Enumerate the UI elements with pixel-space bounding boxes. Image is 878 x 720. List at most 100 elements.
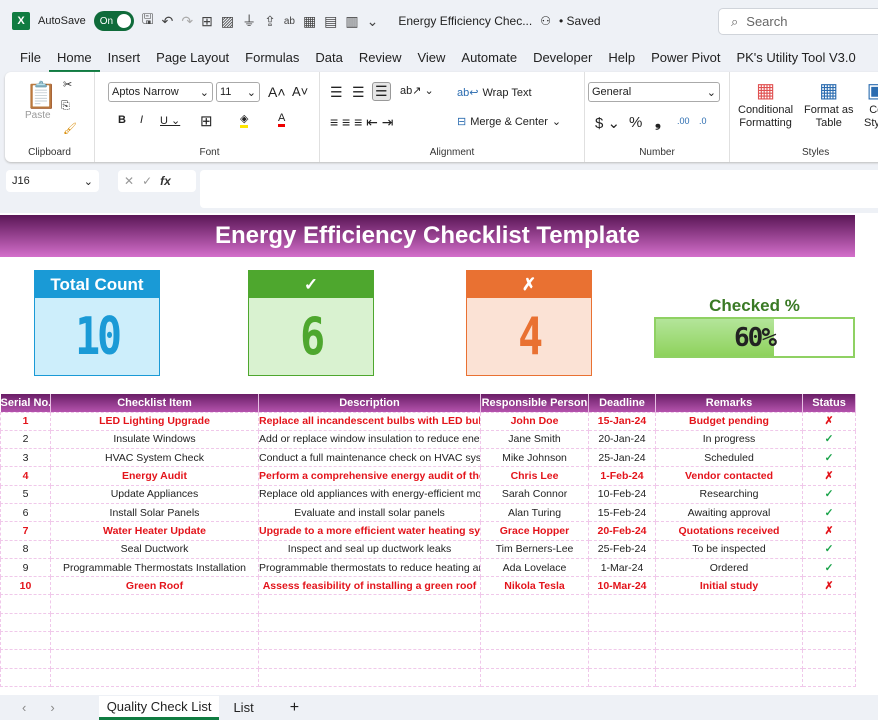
cell-styles-button[interactable]: ▣CeStyle xyxy=(864,78,878,129)
empty-cell[interactable] xyxy=(258,667,481,687)
paste-button[interactable]: Paste xyxy=(25,110,51,121)
borders-icon[interactable]: ⊞ xyxy=(201,13,213,30)
borders-icon[interactable]: ⊞ xyxy=(200,112,213,130)
font-color-icon[interactable]: A xyxy=(278,112,286,127)
table-cell[interactable]: Awaiting approval xyxy=(655,502,803,523)
bold-icon[interactable]: B xyxy=(118,114,126,126)
table-cell[interactable]: Chris Lee xyxy=(480,466,589,486)
empty-cell[interactable] xyxy=(258,612,481,633)
table-cell[interactable]: 1-Feb-24 xyxy=(588,466,656,486)
status-cell[interactable]: ✓ xyxy=(802,429,856,450)
format-painter-icon[interactable]: 🖌 xyxy=(63,122,77,135)
table-cell[interactable]: 10-Feb-24 xyxy=(588,484,656,504)
fx-icon[interactable]: fx xyxy=(160,174,171,188)
picture-icon[interactable]: ▨ xyxy=(221,13,234,30)
table-cell[interactable]: Researching xyxy=(655,484,803,504)
share-icon[interactable]: ⇪ xyxy=(264,13,276,30)
empty-cell[interactable] xyxy=(480,594,589,614)
table-cell[interactable]: Mike Johnson xyxy=(480,448,589,468)
empty-cell[interactable] xyxy=(588,612,656,633)
empty-cell[interactable] xyxy=(50,612,259,633)
table-cell[interactable]: 8 xyxy=(0,539,51,559)
merge-center-button[interactable]: ⊟ Merge & Center ⌄ xyxy=(457,115,561,129)
sheet-tab-quality-check-list[interactable]: Quality Check List xyxy=(98,695,220,720)
empty-cell[interactable] xyxy=(588,594,656,614)
increase-decimal-icon[interactable]: .00 xyxy=(677,116,690,126)
empty-cell[interactable] xyxy=(655,667,803,687)
table-cell[interactable]: Evaluate and install solar panels xyxy=(258,502,481,523)
table-cell[interactable]: Initial study xyxy=(655,576,803,596)
name-box[interactable]: J16 ⌄ xyxy=(6,170,99,192)
fill-color-icon[interactable]: ◈ xyxy=(240,112,249,128)
font-name-select[interactable]: Aptos Narrow ⌄ xyxy=(108,82,213,102)
table-cell[interactable]: Inspect and seal up ductwork leaks xyxy=(258,539,481,559)
table-cell[interactable]: Ordered xyxy=(655,557,803,578)
save-icon[interactable]: 🖫 xyxy=(142,9,154,33)
empty-cell[interactable] xyxy=(0,594,51,614)
align-middle-icon[interactable]: ☰ xyxy=(352,84,365,101)
menu-tab-formulas[interactable]: Formulas xyxy=(237,48,307,73)
table-cell[interactable]: 9 xyxy=(0,557,51,578)
empty-cell[interactable] xyxy=(258,631,481,651)
empty-cell[interactable] xyxy=(258,594,481,614)
table-cell[interactable]: 10 xyxy=(0,576,51,596)
status-cell[interactable]: ✗ xyxy=(802,521,856,541)
table-cell[interactable]: Quotations received xyxy=(655,521,803,541)
align-bottom-icon[interactable]: ☰ xyxy=(372,82,391,101)
align-top-icon[interactable]: ☰ xyxy=(330,84,343,101)
menu-tab-view[interactable]: View xyxy=(409,48,453,73)
menu-tab-insert[interactable]: Insert xyxy=(100,48,149,73)
table-cell[interactable]: Upgrade to a more efficient water heatin… xyxy=(258,521,481,541)
status-cell[interactable]: ✓ xyxy=(802,557,856,578)
paste-icon[interactable]: 📋 xyxy=(25,80,57,111)
table-cell[interactable]: Jane Smith xyxy=(480,429,589,450)
status-cell[interactable]: ✓ xyxy=(802,448,856,468)
table-cell[interactable]: Energy Audit xyxy=(50,466,259,486)
table-cell[interactable]: Green Roof xyxy=(50,576,259,596)
empty-cell[interactable] xyxy=(802,649,856,669)
table-cell[interactable]: Perform a comprehensive energy audit of … xyxy=(258,466,481,486)
sheet-tab-list[interactable]: List xyxy=(225,697,261,718)
currency-icon[interactable]: $ ⌄ xyxy=(595,114,620,132)
underline-icon[interactable]: U ⌄ xyxy=(160,114,180,127)
menu-tab-file[interactable]: File xyxy=(12,48,49,73)
decrease-decimal-icon[interactable]: .0 xyxy=(699,116,707,126)
decrease-font-icon[interactable]: A˅ xyxy=(292,84,308,99)
table-cell[interactable]: Nikola Tesla xyxy=(480,576,589,596)
empty-cell[interactable] xyxy=(480,631,589,651)
table-cell[interactable]: Assess feasibility of installing a green… xyxy=(258,576,481,596)
table-cell[interactable]: 20-Feb-24 xyxy=(588,521,656,541)
table-cell[interactable]: Sarah Connor xyxy=(480,484,589,504)
italic-icon[interactable]: I xyxy=(140,114,143,126)
empty-cell[interactable] xyxy=(50,649,259,669)
table-cell[interactable]: 6 xyxy=(0,502,51,523)
empty-cell[interactable] xyxy=(588,667,656,687)
table-cell[interactable]: Seal Ductwork xyxy=(50,539,259,559)
empty-cell[interactable] xyxy=(655,649,803,669)
redo-icon[interactable]: ↷ xyxy=(181,13,193,30)
calculator-icon[interactable]: ▤ xyxy=(324,13,337,30)
table-cell[interactable]: Water Heater Update xyxy=(50,521,259,541)
conditional-formatting-button[interactable]: ▦ Conditional Formatting xyxy=(738,78,793,129)
worksheet[interactable]: Energy Efficiency Checklist Template Tot… xyxy=(0,213,878,695)
menu-tab-automate[interactable]: Automate xyxy=(453,48,525,73)
table-cell[interactable]: 1 xyxy=(0,411,51,431)
menu-tab-data[interactable]: Data xyxy=(307,48,350,73)
empty-cell[interactable] xyxy=(655,594,803,614)
copy-icon[interactable]: ⎘ xyxy=(61,100,70,113)
menu-tab-power-pivot[interactable]: Power Pivot xyxy=(643,48,728,73)
menu-tab-review[interactable]: Review xyxy=(351,48,410,73)
table-cell[interactable]: John Doe xyxy=(480,411,589,431)
enter-icon[interactable]: ✓ xyxy=(142,174,152,188)
status-cell[interactable]: ✗ xyxy=(802,411,856,431)
form-icon[interactable]: ▦ xyxy=(303,13,316,30)
orientation-icon[interactable]: ab↗ ⌄ xyxy=(400,84,434,97)
empty-cell[interactable] xyxy=(50,667,259,687)
table-cell[interactable]: In progress xyxy=(655,429,803,450)
empty-cell[interactable] xyxy=(480,649,589,669)
table-cell[interactable]: Tim Berners-Lee xyxy=(480,539,589,559)
table-cell[interactable]: 25-Feb-24 xyxy=(588,539,656,559)
search-input[interactable]: ⌕ Search xyxy=(718,8,878,35)
empty-cell[interactable] xyxy=(802,594,856,614)
align-left-icon[interactable]: ≡ ≡ ≡ ⇤ ⇥ xyxy=(330,114,394,131)
